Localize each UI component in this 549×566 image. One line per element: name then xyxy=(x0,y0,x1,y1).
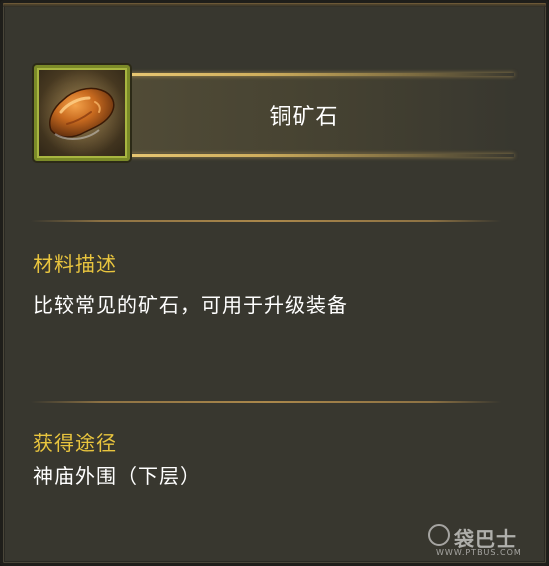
section-divider xyxy=(31,220,501,222)
item-header: 铜矿石 xyxy=(34,65,514,161)
watermark: 袋巴士 WWW.PTBUS.COM xyxy=(428,519,538,559)
description-text: 比较常见的矿石，可用于升级装备 xyxy=(33,293,348,317)
source-title: 获得途径 xyxy=(33,431,117,455)
panel-top-edge xyxy=(3,3,546,7)
source-text: 神庙外围（下层） xyxy=(33,464,201,488)
description-title: 材料描述 xyxy=(33,252,117,276)
copper-ore-icon[interactable] xyxy=(34,65,130,161)
banner-top-line xyxy=(94,73,514,76)
banner-bottom-line xyxy=(94,154,514,157)
watermark-logo-icon xyxy=(428,524,450,546)
item-tooltip-panel: 铜矿石 材料描述 比较常见的矿石，可用于升级装备 获得途径 神庙外围（下层） 袋… xyxy=(0,0,549,566)
section-divider xyxy=(31,401,501,403)
item-name: 铜矿石 xyxy=(269,105,339,130)
copper-ore-graphic xyxy=(38,69,126,157)
watermark-url: WWW.PTBUS.COM xyxy=(436,548,522,557)
